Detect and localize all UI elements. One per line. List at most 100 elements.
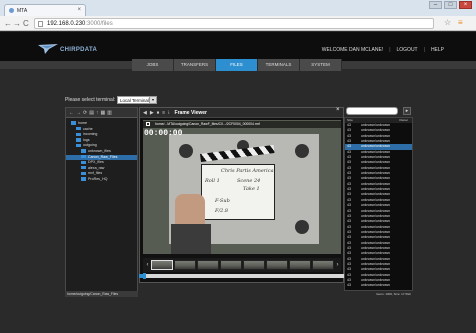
tree-list-icon[interactable]: ▤ — [89, 110, 94, 117]
browser-toolbar: ← → C 192.168.0.230:3000/files ☆ ≡ — [0, 16, 476, 31]
header-links: WELCOME DAN MCLANE! | LOGOUT | HELP — [322, 47, 444, 53]
header-separator: | — [423, 47, 425, 53]
tree-up-icon[interactable]: ↑ — [96, 110, 99, 117]
reload-icon[interactable]: C — [23, 19, 29, 28]
tree-item-label: mxf_files — [88, 171, 103, 176]
timecode: 00:00:00 — [144, 129, 183, 138]
video-frame[interactable]: Chris Partis America Roll 1 Scene 24 Tak… — [143, 120, 341, 254]
file-tree: home cache incoming logs outgoing unknown_fil… — [66, 118, 137, 183]
clip-checkbox[interactable] — [146, 122, 150, 126]
tree-item-label: alexa_raw — [88, 165, 105, 170]
filmstrip-thumbnail[interactable] — [312, 260, 334, 270]
column-owner-header[interactable]: Owner — [399, 118, 408, 122]
folder-icon — [81, 177, 86, 181]
tab-jobs[interactable]: JOBS — [132, 59, 174, 71]
search-input[interactable] — [346, 107, 398, 115]
file-list-rows: 43 unknown/unknown 43 unknown/unknown 43 unkn… — [345, 123, 412, 289]
tree-back-icon[interactable]: ← — [69, 110, 74, 117]
tree-item-label: unknown_files — [88, 148, 111, 153]
welcome-text: WELCOME DAN MCLANE! — [321, 47, 384, 53]
viewer-close-icon[interactable]: × — [336, 107, 340, 113]
current-path: home/outgoing/Canon_Raw_Files — [65, 291, 138, 297]
chevron-down-icon: ▾ — [149, 97, 156, 103]
terminal-select-value: Local Terminal — [120, 98, 149, 103]
search-go-icon[interactable]: ▸ — [403, 107, 411, 115]
folder-icon — [71, 121, 76, 125]
tree-item-label: incoming — [83, 132, 98, 137]
tree-item-label: cache — [83, 126, 93, 131]
tab-terminals[interactable]: TERMINALS — [258, 59, 300, 71]
slate-line: Roll 1 — [205, 178, 220, 184]
window-controls: – □ × — [429, 1, 472, 9]
tree-item-label: outgoing — [83, 143, 97, 148]
tree-forward-icon[interactable]: → — [76, 110, 81, 117]
close-tab-icon[interactable]: × — [77, 7, 81, 13]
tree-grid-icon[interactable]: ▦ — [100, 110, 105, 117]
browser-tab[interactable]: MTA × — [4, 4, 86, 16]
page-favicon-icon — [9, 8, 14, 13]
folder-icon — [76, 126, 81, 131]
filmstrip-thumbnail[interactable] — [151, 260, 173, 270]
filmstrip-thumbnail[interactable] — [243, 260, 265, 270]
tree-columns-icon[interactable]: ▥ — [107, 110, 112, 117]
filmstrip-thumbnail[interactable] — [197, 260, 219, 270]
scrub-handle[interactable] — [143, 273, 147, 279]
browser-tabstrip: MTA × – □ × — [0, 0, 476, 16]
window-close-button[interactable]: × — [459, 1, 472, 9]
folder-icon — [81, 154, 86, 159]
tab-transfers[interactable]: TRANSFERS — [174, 59, 216, 71]
tree-item-label: DPX_files — [88, 160, 104, 165]
filmstrip-thumbnail[interactable] — [266, 260, 288, 270]
slate-line: Chris Partis America — [221, 168, 274, 174]
play-icon[interactable]: ▶ — [150, 110, 154, 117]
file-tree-panel: ← → ⟳ ▤ ↑ ▦ ▥ home cache incoming logs outgo… — [65, 107, 138, 297]
list-item[interactable]: 43 unknown/unknown — [345, 283, 412, 288]
header-separator: | — [389, 47, 391, 53]
filmstrip: ‹ › — [143, 258, 341, 272]
folder-icon — [76, 132, 81, 136]
filmstrip-thumbnail[interactable] — [220, 260, 242, 270]
scrub-bar[interactable] — [139, 273, 344, 279]
back-arrow-icon[interactable]: ← — [4, 19, 12, 28]
filmstrip-thumbnail[interactable] — [289, 260, 311, 270]
filmstrip-next-icon[interactable]: › — [335, 262, 340, 268]
list-icon[interactable]: ≡ — [162, 110, 165, 117]
chirpdata-logo-icon — [38, 44, 58, 54]
slate-line: Take 1 — [243, 186, 260, 192]
file-list-panel: Size Owner 43 unknown/unknown 43 unknown/un… — [344, 117, 413, 291]
file-tree-toolbar: ← → ⟳ ▤ ↑ ▦ ▥ — [66, 108, 137, 118]
bookmark-star-icon[interactable]: ☆ — [444, 18, 451, 27]
folder-icon — [81, 166, 86, 170]
tab-files[interactable]: FILES — [216, 59, 258, 71]
filmstrip-prev-icon[interactable]: ‹ — [145, 262, 150, 268]
main-nav: JOBS TRANSFERS FILES TERMINALS SYSTEM — [132, 59, 342, 71]
tab-system[interactable]: SYSTEM — [300, 59, 342, 71]
tree-refresh-icon[interactable]: ⟳ — [83, 110, 87, 117]
slate-line: F/2.8 — [215, 208, 229, 214]
slate-line: F-Sub — [215, 198, 230, 204]
logo-text: CHIRPDATA — [60, 47, 98, 53]
help-link[interactable]: HELP — [431, 47, 444, 53]
chart-dot — [179, 144, 193, 158]
filmstrip-thumbnail[interactable] — [174, 260, 196, 270]
browser-tab-title: MTA — [17, 8, 28, 14]
viewer-toolbar: ◀ ▶ ⏹ ≡ ⅰ Frame Viewer — [140, 108, 343, 118]
browser-menu-icon[interactable]: ≡ — [458, 18, 463, 27]
minimize-button[interactable]: – — [429, 1, 442, 9]
terminal-select-label: Please select terminal: — [65, 97, 116, 103]
terminal-select[interactable]: Local Terminal ▾ — [117, 96, 157, 104]
tree-item[interactable]: ProRes_HQ — [66, 177, 137, 183]
forward-arrow-icon[interactable]: → — [13, 19, 21, 28]
info-icon[interactable]: ⅰ — [168, 110, 169, 117]
folder-icon — [76, 143, 81, 148]
maximize-button[interactable]: □ — [444, 1, 457, 9]
prev-frame-icon[interactable]: ◀ — [143, 110, 147, 117]
stop-icon[interactable]: ⏹ — [157, 110, 160, 117]
clip-path-text: home/...MTA/outgoing/Canon_RawF_files/C0… — [155, 122, 260, 126]
folder-icon — [76, 138, 81, 142]
tree-item-label: Canon_Raw_Files — [88, 154, 118, 159]
column-size-header[interactable]: Size — [347, 118, 353, 122]
sleeve-image — [171, 224, 211, 254]
address-bar[interactable]: 192.168.0.230:3000/files — [34, 18, 434, 29]
logout-link[interactable]: LOGOUT — [397, 47, 418, 53]
